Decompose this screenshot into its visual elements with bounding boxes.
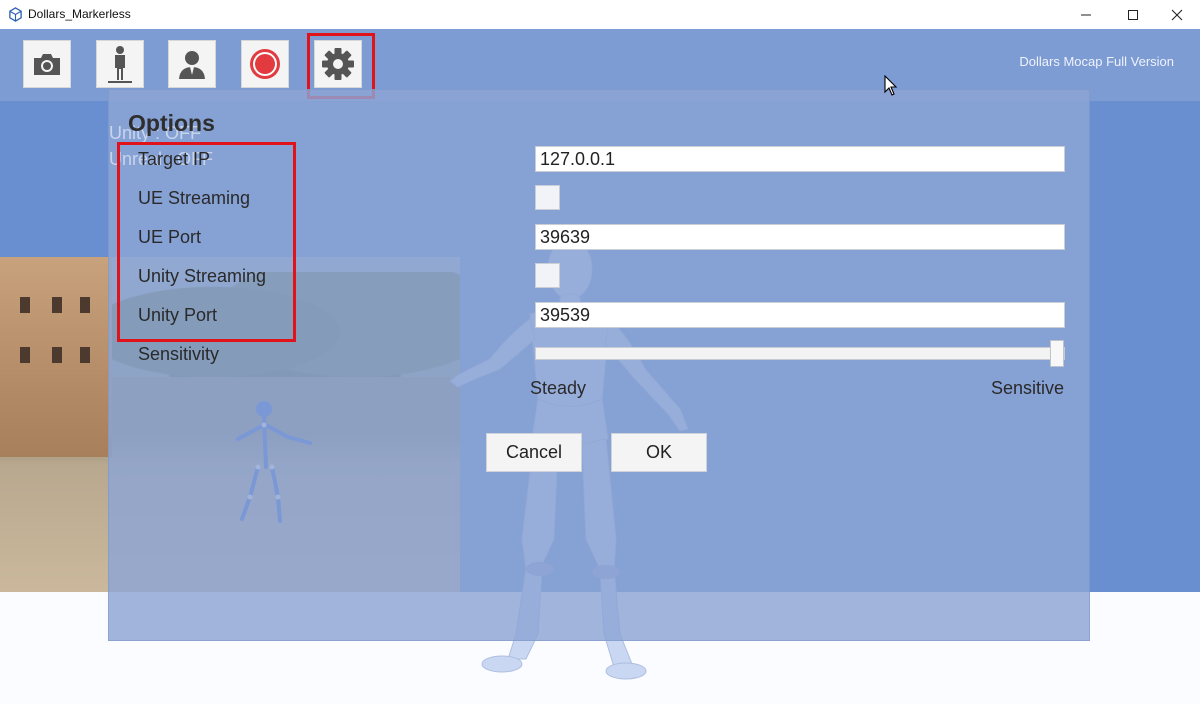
sensitivity-label: Sensitivity <box>138 344 220 364</box>
maximize-button[interactable] <box>1110 0 1156 29</box>
app-cube-icon <box>9 7 22 22</box>
standing-person-icon <box>108 46 132 83</box>
camera-icon <box>34 54 60 75</box>
sensitivity-slider[interactable] <box>535 340 1065 367</box>
minimize-button[interactable] <box>1063 0 1109 29</box>
record-icon <box>250 49 280 79</box>
slider-min-label: Steady <box>530 378 587 398</box>
unity-streaming-checkbox[interactable] <box>535 263 560 288</box>
record-button[interactable] <box>241 40 289 88</box>
ue-port-input[interactable]: 39639 <box>535 224 1065 250</box>
mouse-cursor-icon <box>884 75 898 96</box>
target-ip-input[interactable]: 127.0.0.1 <box>535 146 1065 172</box>
app-viewport: Dollars Mocap Full Version Unity : OFF U… <box>0 29 1200 704</box>
labels-highlight-box <box>117 142 296 342</box>
standing-pose-button[interactable] <box>96 40 144 88</box>
ok-button[interactable]: OK <box>611 433 707 472</box>
title-bar: Dollars_Markerless <box>0 0 1200 29</box>
slider-max-label: Sensitive <box>990 378 1064 398</box>
avatar-button[interactable] <box>168 40 216 88</box>
maximize-icon <box>1128 9 1138 20</box>
options-dialog: Unity : OFF Unreal : OFF Options Target … <box>108 89 1090 641</box>
camera-button[interactable] <box>23 40 71 88</box>
app-window: Dollars_Markerless Dollars Mocap Full Ve… <box>0 0 1200 704</box>
cancel-button[interactable]: Cancel <box>486 433 582 472</box>
minimize-icon <box>1081 14 1091 15</box>
person-bust-icon <box>179 51 205 79</box>
close-icon <box>1171 9 1183 20</box>
options-title: Options <box>128 110 215 136</box>
close-button[interactable] <box>1154 0 1200 29</box>
version-label: Dollars Mocap Full Version <box>1019 54 1174 69</box>
sensitivity-slider-handle[interactable] <box>1050 340 1064 367</box>
ue-streaming-checkbox[interactable] <box>535 185 560 210</box>
unity-port-input[interactable]: 39539 <box>535 302 1065 328</box>
window-title: Dollars_Markerless <box>28 7 131 21</box>
scene-building <box>0 257 112 457</box>
